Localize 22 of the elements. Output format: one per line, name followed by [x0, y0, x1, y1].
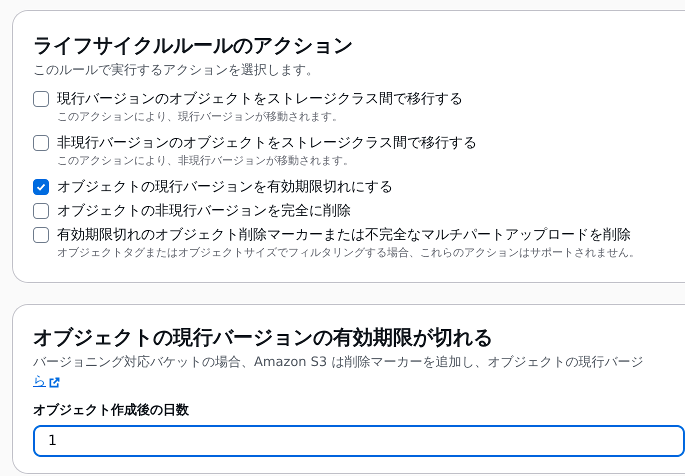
checkbox-label[interactable]: オブジェクトの非現行バージョンを完全に削除: [57, 201, 351, 221]
checkbox[interactable]: [33, 203, 49, 219]
option-hint: オブジェクトタグまたはオブジェクトサイズでフィルタリングする場合、これらのアクションはサポートされません。: [57, 245, 640, 261]
section-description: このルールで実行するアクションを選択します。: [33, 62, 319, 79]
external-link-icon: [49, 376, 60, 388]
checkbox[interactable]: [33, 179, 49, 195]
section-title: オブジェクトの現行バージョンの有効期限が切れる: [33, 324, 493, 351]
input-field[interactable]: 1: [33, 425, 685, 457]
checkbox-label[interactable]: オブジェクトの現行バージョンを有効期限切れにする: [57, 177, 393, 197]
checkbox-label[interactable]: 非現行バージョンのオブジェクトをストレージクラス間で移行する: [57, 133, 477, 153]
section-description: バージョニング対応バケットの場合、Amazon S3 は削除マーカーを追加し、オブジェクトの現行バージ: [33, 354, 644, 372]
learn-more-link[interactable]: ら: [33, 373, 46, 391]
field-label: オブジェクト作成後の日数: [33, 402, 189, 420]
section-title: ライフサイクルルールのアクション: [33, 32, 353, 59]
option-hint: このアクションにより、現行バージョンが移動されます。: [57, 109, 343, 125]
check-icon: [36, 182, 46, 192]
checkbox-label[interactable]: 現行バージョンのオブジェクトをストレージクラス間で移行する: [57, 89, 463, 109]
checkbox[interactable]: [33, 91, 49, 107]
option-hint: このアクションにより、非現行バージョンが移動されます。: [57, 153, 354, 169]
checkbox[interactable]: [33, 135, 49, 151]
checkbox-label[interactable]: 有効期限切れのオブジェクト削除マーカーまたは不完全なマルチパートアップロードを削除: [57, 225, 631, 245]
checkbox[interactable]: [33, 227, 49, 243]
